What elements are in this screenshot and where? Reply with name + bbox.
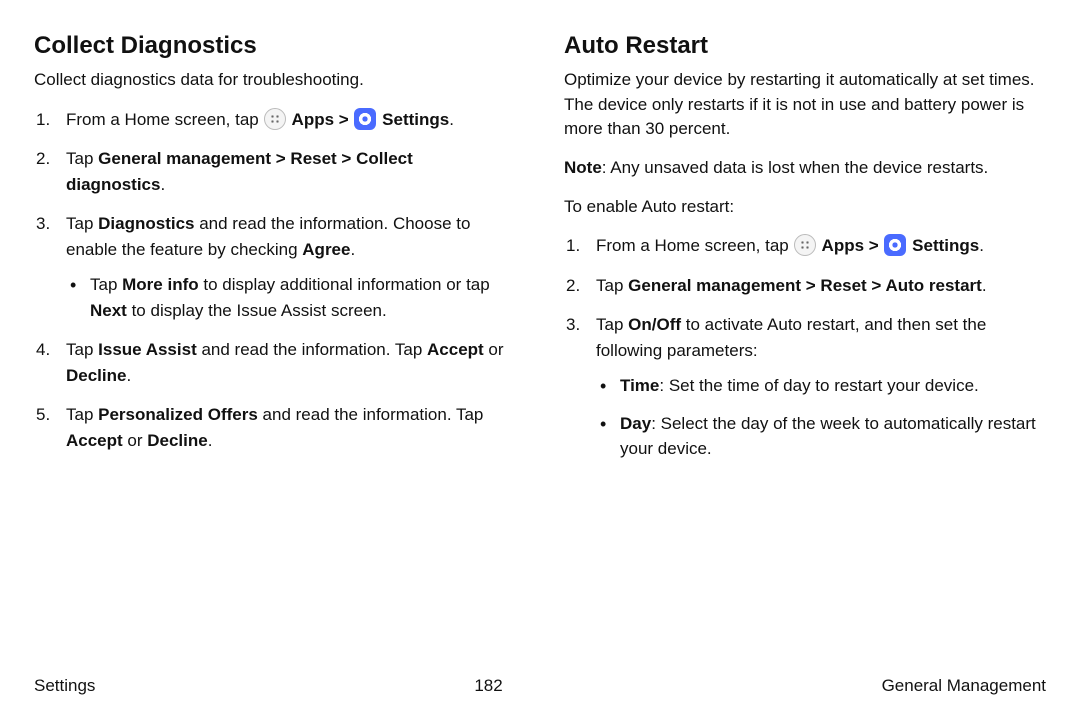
bold: On/Off xyxy=(628,315,681,334)
right-enable: To enable Auto restart: xyxy=(564,195,1046,220)
bold: General management > Reset > Auto restar… xyxy=(628,276,982,295)
text: . xyxy=(126,366,131,385)
bullet-day: Day: Select the day of the week to autom… xyxy=(596,411,1046,462)
bold: Decline xyxy=(66,366,126,385)
settings-icon xyxy=(354,108,376,130)
sep: > xyxy=(334,110,353,129)
apps-icon xyxy=(264,108,286,130)
note-text: : Any unsaved data is lost when the devi… xyxy=(602,158,989,177)
text: From a Home screen, tap xyxy=(66,110,263,129)
settings-icon xyxy=(884,234,906,256)
content-columns: Collect Diagnostics Collect diagnostics … xyxy=(34,32,1046,476)
bold: Accept xyxy=(427,340,484,359)
text: : Select the day of the week to automati… xyxy=(620,414,1036,459)
footer-left: Settings xyxy=(34,676,95,696)
right-steps: From a Home screen, tap Apps > Settings.… xyxy=(564,233,1046,462)
bold: General management > Reset > Collect dia… xyxy=(66,149,413,194)
text: . xyxy=(979,236,984,255)
text: Tap xyxy=(596,276,628,295)
left-heading: Collect Diagnostics xyxy=(34,32,516,60)
sep: > xyxy=(864,236,883,255)
bold: Issue Assist xyxy=(98,340,197,359)
text: . xyxy=(160,175,165,194)
page-footer: Settings 182 General Management xyxy=(34,676,1046,696)
text: : Set the time of day to restart your de… xyxy=(659,376,978,395)
right-step-2: Tap General management > Reset > Auto re… xyxy=(564,273,1046,299)
left-step-5: Tap Personalized Offers and read the inf… xyxy=(34,402,516,453)
text: . xyxy=(350,240,355,259)
bold: Agree xyxy=(302,240,350,259)
bullet-time: Time: Set the time of day to restart you… xyxy=(596,373,1046,399)
left-step-2: Tap General management > Reset > Collect… xyxy=(34,146,516,197)
text: Tap xyxy=(90,275,122,294)
footer-page-number: 182 xyxy=(474,676,502,696)
text: Tap xyxy=(66,214,98,233)
text: to display the Issue Assist screen. xyxy=(127,301,387,320)
settings-label: Settings xyxy=(377,110,449,129)
left-column: Collect Diagnostics Collect diagnostics … xyxy=(34,32,516,476)
text: Tap xyxy=(66,405,98,424)
footer-right: General Management xyxy=(882,676,1046,696)
text: From a Home screen, tap xyxy=(596,236,793,255)
bullet: Tap More info to display additional info… xyxy=(66,272,516,323)
text: Tap xyxy=(596,315,628,334)
left-step-3-bullets: Tap More info to display additional info… xyxy=(66,272,516,323)
left-steps: From a Home screen, tap Apps > Settings.… xyxy=(34,107,516,454)
bold: Diagnostics xyxy=(98,214,194,233)
right-heading: Auto Restart xyxy=(564,32,1046,60)
text: . xyxy=(982,276,987,295)
apps-label: Apps xyxy=(817,236,864,255)
left-step-3: Tap Diagnostics and read the information… xyxy=(34,211,516,323)
text: or xyxy=(484,340,504,359)
text: and read the information. Tap xyxy=(197,340,427,359)
right-step-1: From a Home screen, tap Apps > Settings. xyxy=(564,233,1046,259)
text: and read the information. Tap xyxy=(258,405,484,424)
text: . xyxy=(208,431,213,450)
apps-icon xyxy=(794,234,816,256)
left-step-1: From a Home screen, tap Apps > Settings. xyxy=(34,107,516,133)
text: Tap xyxy=(66,149,98,168)
right-intro: Optimize your device by restarting it au… xyxy=(564,68,1046,142)
text: to display additional information or tap xyxy=(199,275,490,294)
left-intro: Collect diagnostics data for troubleshoo… xyxy=(34,68,516,93)
settings-label: Settings xyxy=(907,236,979,255)
bold: More info xyxy=(122,275,199,294)
right-step-3-bullets: Time: Set the time of day to restart you… xyxy=(596,373,1046,462)
bold: Decline xyxy=(147,431,207,450)
text: Tap xyxy=(66,340,98,359)
right-step-3: Tap On/Off to activate Auto restart, and… xyxy=(564,312,1046,462)
text: or xyxy=(123,431,148,450)
right-note: Note: Any unsaved data is lost when the … xyxy=(564,156,1046,181)
apps-label: Apps xyxy=(287,110,334,129)
bold: Time xyxy=(620,376,659,395)
bold: Personalized Offers xyxy=(98,405,258,424)
bold: Next xyxy=(90,301,127,320)
left-step-4: Tap Issue Assist and read the informatio… xyxy=(34,337,516,388)
right-column: Auto Restart Optimize your device by res… xyxy=(564,32,1046,476)
bold: Day xyxy=(620,414,651,433)
bold: Accept xyxy=(66,431,123,450)
note-label: Note xyxy=(564,158,602,177)
text: . xyxy=(449,110,454,129)
